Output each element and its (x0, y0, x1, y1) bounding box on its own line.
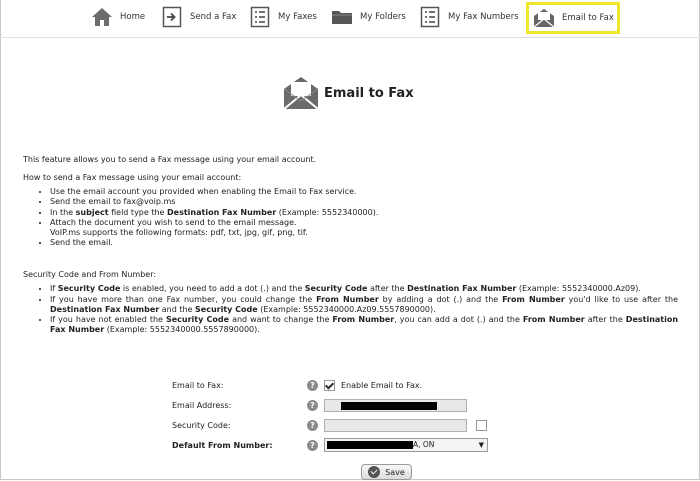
list-item: In the subject field type the Destinatio… (50, 208, 678, 218)
chevron-down-icon: ▼ (478, 441, 484, 449)
nav-send-fax[interactable]: Send a Fax (160, 4, 236, 30)
page-title: Email to Fax (324, 85, 414, 101)
home-icon (90, 5, 114, 29)
nav-email-to-fax[interactable]: Email to Fax (526, 2, 620, 34)
help-icon[interactable]: ? (307, 399, 318, 411)
security-list: If Security Code is enabled, you need to… (23, 284, 678, 335)
list-item: Send the email to fax@voip.ms (50, 197, 678, 207)
nav-my-folders[interactable]: My Folders (330, 4, 406, 30)
envelope-icon (532, 6, 556, 30)
nav-email-to-fax-label: Email to Fax (562, 13, 614, 23)
enable-email-to-fax-label: Enable Email to Fax. (341, 380, 423, 390)
list-item: If you have not enabled the Security Cod… (50, 315, 678, 335)
nav-home-label: Home (120, 12, 146, 22)
nav-my-fax-numbers[interactable]: My Fax Numbers (418, 4, 519, 30)
nav-home[interactable]: Home (90, 4, 145, 30)
list-item: If you have more than one Fax number, yo… (50, 295, 678, 315)
how-title: How to send a Fax message using your ema… (23, 173, 242, 183)
nav-my-faxes[interactable]: My Faxes (248, 4, 317, 30)
redacted-number (327, 441, 413, 449)
list-icon (418, 5, 442, 29)
save-button[interactable]: Save (361, 464, 412, 480)
enable-email-to-fax-checkbox[interactable] (324, 379, 335, 391)
redacted-email (341, 402, 437, 410)
list-item: Attach the document you wish to send to … (50, 218, 678, 238)
email-address-label: Email Address: (172, 400, 232, 410)
intro-text: This feature allows you to send a Fax me… (23, 155, 317, 164)
list-item: Use the email account you provided when … (50, 187, 678, 197)
nav-my-folders-label: My Folders (360, 12, 406, 22)
security-title: Security Code and From Number: (23, 270, 157, 280)
security-code-input[interactable] (324, 419, 467, 432)
envelope-icon (282, 74, 320, 112)
email-to-fax-label: Email to Fax: (172, 380, 224, 390)
instructions: This feature allows you to send a Fax me… (23, 155, 678, 335)
nav-send-fax-label: Send a Fax (190, 12, 237, 22)
default-from-value: A, ON (413, 440, 435, 449)
list-icon (248, 5, 272, 29)
list-item: Send the email. (50, 238, 678, 248)
security-code-label: Security Code: (172, 420, 231, 430)
check-circle-icon (368, 466, 381, 478)
security-code-checkbox[interactable] (476, 420, 487, 431)
send-fax-icon (160, 5, 184, 29)
nav-my-fax-numbers-label: My Fax Numbers (448, 12, 519, 22)
help-icon[interactable]: ? (307, 419, 318, 431)
nav-divider (0, 37, 700, 38)
email-address-input[interactable] (324, 399, 467, 412)
folder-icon (330, 5, 354, 29)
row-default-from: Default From Number: ? A, ON ▼ (172, 438, 502, 452)
steps-list: Use the email account you provided when … (23, 187, 678, 248)
nav-my-faxes-label: My Faxes (278, 12, 317, 22)
row-email-address: Email Address: ? (172, 398, 502, 412)
save-label: Save (385, 467, 405, 477)
help-icon[interactable]: ? (307, 379, 318, 391)
default-from-select[interactable]: A, ON ▼ (324, 438, 488, 452)
list-item: If Security Code is enabled, you need to… (50, 284, 678, 294)
page-header: Email to Fax (282, 74, 414, 112)
help-icon[interactable]: ? (307, 439, 318, 451)
default-from-label: Default From Number: (172, 440, 273, 450)
row-email-to-fax: Email to Fax: ? Enable Email to Fax. (172, 378, 502, 392)
top-nav: Home Send a Fax My Faxes My Folders My F… (0, 0, 700, 37)
row-security-code: Security Code: ? (172, 418, 502, 432)
